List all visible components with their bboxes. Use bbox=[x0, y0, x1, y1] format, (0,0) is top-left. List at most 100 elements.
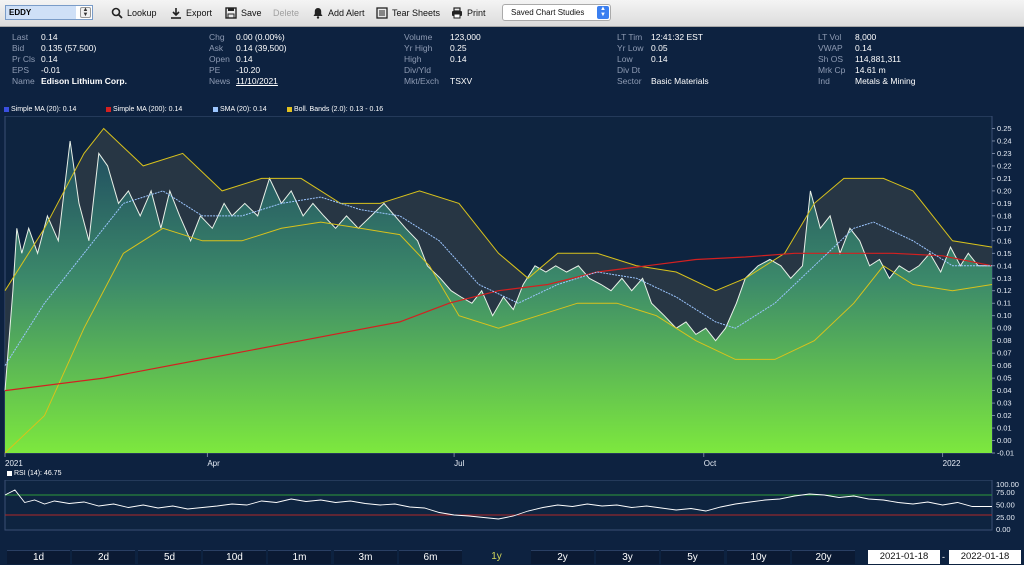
quote-volume: Volume 123,000 bbox=[404, 32, 481, 42]
quote-chg: Chg 0.00 (0.00%) bbox=[209, 32, 285, 42]
quote-sector: Sector Basic Materials bbox=[617, 76, 709, 86]
print-button[interactable]: Print bbox=[451, 6, 486, 20]
y-tick-label: 0.17 bbox=[997, 224, 1012, 233]
lookup-label: Lookup bbox=[127, 8, 157, 18]
save-label: Save bbox=[241, 8, 262, 18]
save-button[interactable]: Save bbox=[225, 6, 262, 20]
quote-mkt-exch: Mkt/Exch TSXV bbox=[404, 76, 473, 86]
x-tick-label: Oct bbox=[704, 459, 717, 468]
timeframe-10y[interactable]: 10y bbox=[727, 550, 790, 564]
quote-yr-high: Yr High 0.25 bbox=[404, 43, 467, 53]
saved-chart-studies-select[interactable]: Saved Chart Studies ▲ ▼ bbox=[502, 4, 611, 21]
rsi-legend[interactable]: RSI (14): 46.75 bbox=[7, 470, 61, 477]
y-tick-label: 0.11 bbox=[997, 299, 1011, 308]
quote-low: Low 0.14 bbox=[617, 54, 668, 64]
quote-sh-os: Sh OS 114,881,311 bbox=[818, 54, 902, 64]
timeframe-10d[interactable]: 10d bbox=[203, 550, 266, 564]
y-tick-label: 0.24 bbox=[997, 136, 1012, 145]
bell-icon bbox=[313, 8, 323, 19]
timeframe-6m[interactable]: 6m bbox=[399, 550, 462, 564]
quote-pr-cls: Pr Cls 0.14 bbox=[12, 54, 58, 64]
print-label: Print bbox=[467, 8, 486, 18]
y-tick-label: 0.02 bbox=[997, 411, 1012, 420]
y-tick-label: 0.09 bbox=[997, 324, 1012, 333]
timeframe-5d[interactable]: 5d bbox=[138, 550, 201, 564]
saved-chart-studies-value: Saved Chart Studies bbox=[511, 8, 585, 17]
quote-last: Last 0.14 bbox=[12, 32, 58, 42]
timeframe-1m[interactable]: 1m bbox=[268, 550, 331, 564]
add-alert-button[interactable]: Add Alert bbox=[312, 6, 365, 20]
toolbar: ▲▼ Lookup Export Save Delete Add Alert T… bbox=[0, 0, 1024, 27]
symbol-field[interactable]: ▲▼ bbox=[5, 5, 93, 20]
timeframe-bar: 1d2d5d10d1m3m6m1y2y3y5y10y20y - bbox=[0, 547, 1024, 564]
quote-news: News 11/10/2021 bbox=[209, 76, 278, 86]
legend-swatch bbox=[4, 107, 9, 112]
y-tick-label: 0.05 bbox=[997, 374, 1012, 383]
legend-sma20[interactable]: Simple MA (20): 0.14 bbox=[4, 106, 76, 113]
timeframe-2d[interactable]: 2d bbox=[72, 550, 135, 564]
y-tick-label: 0.14 bbox=[997, 261, 1012, 270]
y-tick-label: 0.25 bbox=[997, 124, 1012, 133]
rsi-plot-area bbox=[4, 480, 993, 531]
quote-div-yld: Div/Yld bbox=[404, 65, 431, 75]
tear-sheets-button[interactable]: Tear Sheets bbox=[376, 6, 440, 20]
x-tick-label: Jul bbox=[454, 459, 464, 468]
quote-ind: Ind Metals & Mining bbox=[818, 76, 916, 86]
price-chart[interactable]: 0.25 0.24 0.23 0.22 0.21 0.20 0.19 0.18 0.17 0.16… bbox=[0, 116, 1024, 470]
rsi-chart[interactable]: 100.0075.0050.0025.000.00 bbox=[0, 480, 1024, 546]
symbol-stepper[interactable]: ▲ ▼ bbox=[80, 7, 91, 18]
timeframe-1d[interactable]: 1d bbox=[7, 550, 70, 564]
symbol-input[interactable] bbox=[6, 6, 76, 19]
y-tick-label: 0.15 bbox=[997, 249, 1012, 258]
quote-bid: Bid 0.135 (57,500) bbox=[12, 43, 97, 53]
export-label: Export bbox=[186, 8, 213, 18]
quote-mrk-cp: Mrk Cp 14.61 m bbox=[818, 65, 886, 75]
rsi-y-tick-label: 75.00 bbox=[996, 488, 1015, 497]
rsi-y-tick-label: 50.00 bbox=[996, 501, 1015, 510]
quote-lt-tim: LT Tim 12:41:32 EST bbox=[617, 32, 703, 42]
download-icon bbox=[171, 8, 181, 19]
y-tick-label: 0.12 bbox=[997, 286, 1012, 295]
rsi-y-tick-label: 25.00 bbox=[996, 513, 1015, 522]
y-tick-label: 0.06 bbox=[997, 361, 1012, 370]
rsi-y-tick-label: 0.00 bbox=[996, 525, 1011, 534]
quote-panel: Last 0.14 Bid 0.135 (57,500) Pr Cls 0.14 EP… bbox=[0, 27, 1024, 117]
legend-swatch bbox=[287, 107, 292, 112]
date-to-input[interactable] bbox=[949, 550, 1021, 564]
delete-button[interactable]: Delete bbox=[273, 6, 299, 20]
lookup-button[interactable]: Lookup bbox=[111, 6, 157, 20]
timeframe-3y[interactable]: 3y bbox=[596, 550, 659, 564]
quote-div-dt: Div Dt bbox=[617, 65, 641, 75]
timeframe-3m[interactable]: 3m bbox=[334, 550, 397, 564]
y-tick-label: 0.18 bbox=[997, 211, 1012, 220]
y-tick-label: -0.01 bbox=[997, 449, 1014, 458]
timeframe-1y[interactable]: 1y bbox=[465, 550, 528, 564]
x-tick-label: 2022 bbox=[943, 459, 961, 468]
news-link[interactable]: 11/10/2021 bbox=[236, 76, 278, 86]
y-tick-label: 0.03 bbox=[997, 399, 1012, 408]
y-tick-label: 0.16 bbox=[997, 236, 1012, 245]
legend-sma200[interactable]: Simple MA (200): 0.14 bbox=[106, 106, 182, 113]
quote-yr-low: Yr Low 0.05 bbox=[617, 43, 668, 53]
legend-sma-light[interactable]: SMA (20): 0.14 bbox=[213, 106, 267, 113]
y-tick-label: 0.23 bbox=[997, 149, 1012, 158]
export-button[interactable]: Export bbox=[170, 6, 212, 20]
y-tick-label: 0.21 bbox=[997, 174, 1012, 183]
quote-ask: Ask 0.14 (39,500) bbox=[209, 43, 287, 53]
date-from-input[interactable] bbox=[868, 550, 940, 564]
y-tick-label: 0.20 bbox=[997, 186, 1012, 195]
y-tick-label: 0.22 bbox=[997, 161, 1012, 170]
quote-name: Name Edison Lithium Corp. bbox=[12, 76, 127, 86]
date-range-separator: - bbox=[942, 552, 945, 562]
y-tick-label: 0.00 bbox=[997, 436, 1012, 445]
timeframe-2y[interactable]: 2y bbox=[531, 550, 594, 564]
timeframe-5y[interactable]: 5y bbox=[661, 550, 724, 564]
timeframe-20y[interactable]: 20y bbox=[792, 550, 855, 564]
search-icon bbox=[111, 7, 123, 19]
legend-swatch bbox=[106, 107, 111, 112]
y-tick-label: 0.04 bbox=[997, 386, 1012, 395]
legend-swatch bbox=[213, 107, 218, 112]
legend-bollinger[interactable]: Boll. Bands (2.0): 0.13 - 0.16 bbox=[287, 106, 383, 113]
floppy-disk-icon bbox=[225, 7, 237, 19]
document-icon bbox=[376, 7, 388, 19]
